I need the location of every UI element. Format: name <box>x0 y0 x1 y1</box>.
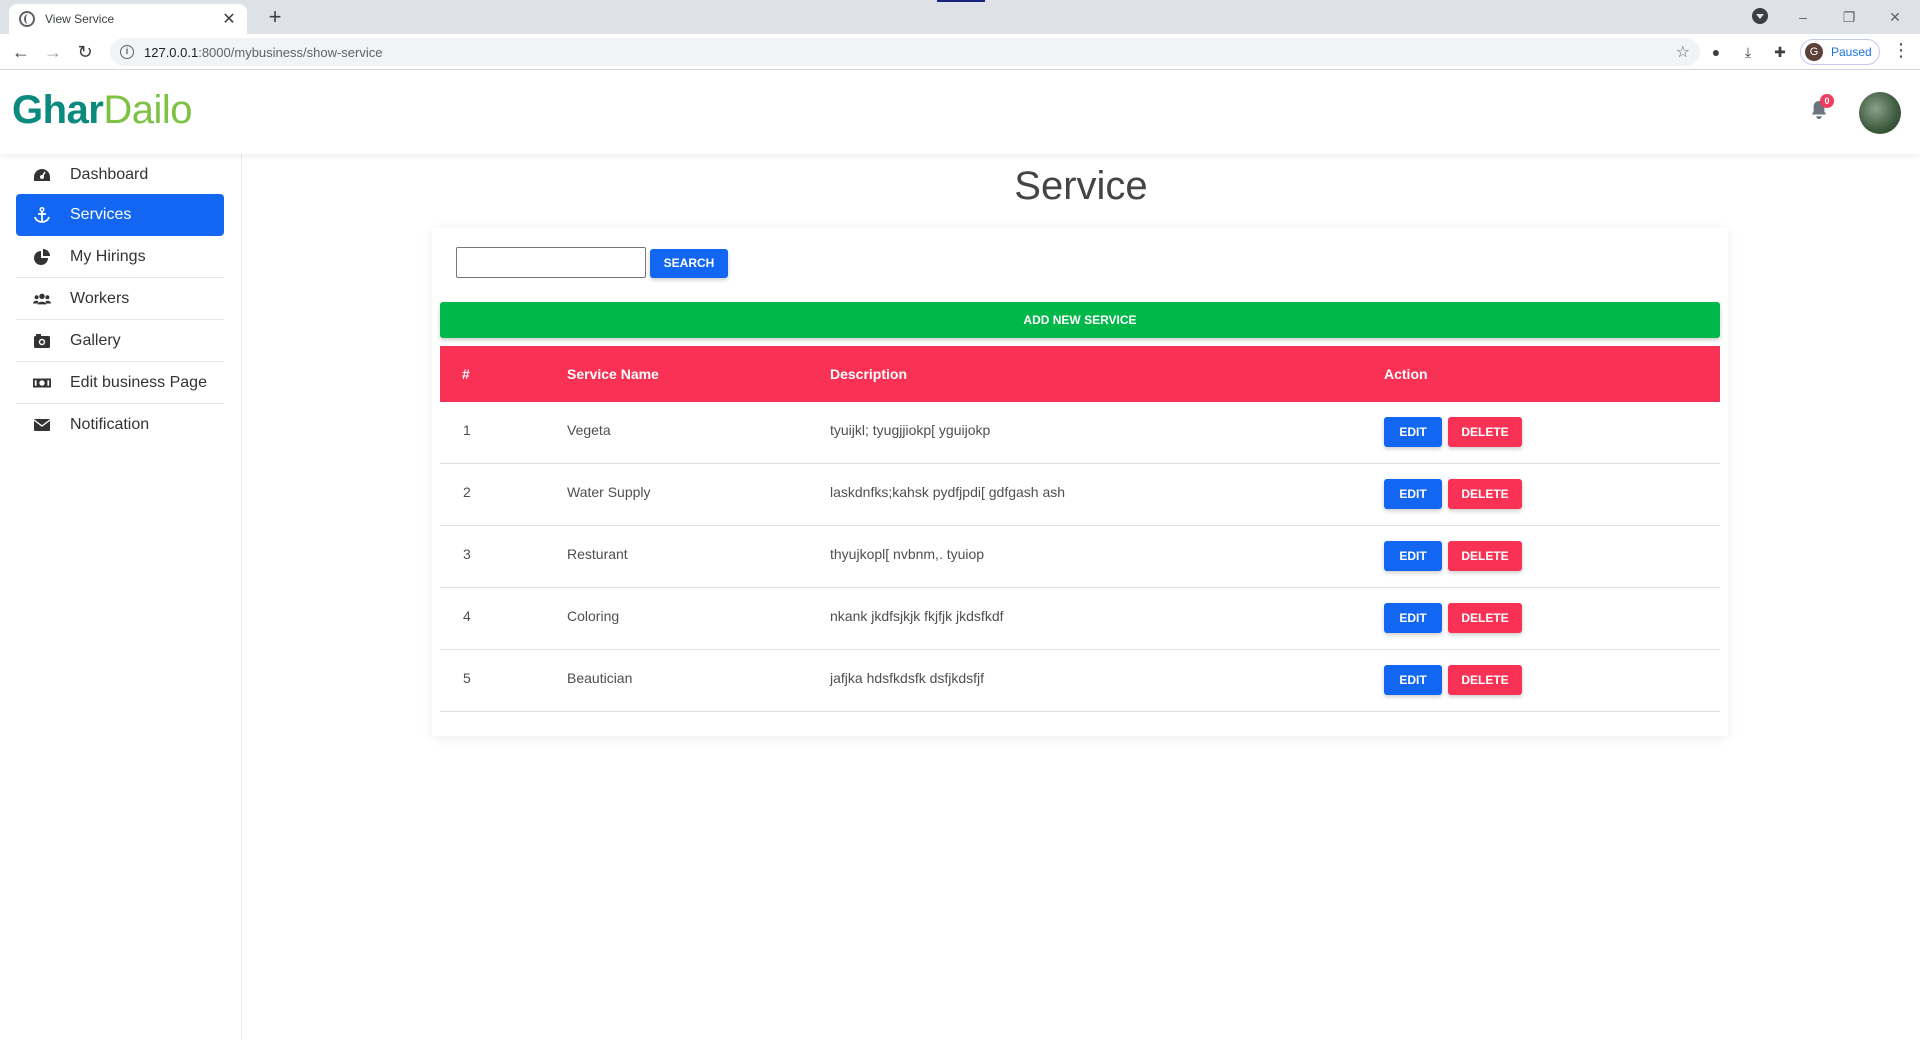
delete-button[interactable]: DELETE <box>1448 417 1522 447</box>
edit-button[interactable]: EDIT <box>1384 603 1442 633</box>
sidebar-item-gallery[interactable]: Gallery <box>16 320 224 362</box>
edit-button[interactable]: EDIT <box>1384 417 1442 447</box>
anchor-icon <box>32 207 52 223</box>
page-title: Service <box>1014 164 1148 208</box>
logo-part-1: Ghar <box>12 88 104 132</box>
profile-button[interactable]: G Paused <box>1800 39 1880 65</box>
table-row: 4 Coloring nkank jkdfsjkjk fkjfjk jkdsfk… <box>440 588 1720 650</box>
table-row: 2 Water Supply laskdnfks;kahsk pydfjpdi[… <box>440 464 1720 526</box>
sidebar-item-services[interactable]: Services <box>16 194 224 236</box>
delete-button[interactable]: DELETE <box>1448 479 1522 509</box>
sidebar-item-label: Edit business Page <box>70 373 207 391</box>
profile-status: Paused <box>1831 45 1872 59</box>
extension-globe-icon[interactable]: ● <box>1706 42 1726 62</box>
service-name: Coloring <box>567 608 620 624</box>
edit-button[interactable]: EDIT <box>1384 665 1442 695</box>
tab-search-icon[interactable] <box>1752 8 1768 24</box>
table-row: 5 Beautician jafjka hdsfkdsfk dsfjkdsfjf… <box>440 650 1720 712</box>
back-icon[interactable]: ← <box>9 40 33 64</box>
table-row: 3 Resturant thyujkopl[ nvbnm,. tyuiop ED… <box>440 526 1720 588</box>
browser-menu-icon[interactable]: ⋮ <box>1892 40 1910 61</box>
reload-icon[interactable]: ↻ <box>73 40 97 64</box>
sidebar-item-label: Notification <box>70 416 150 433</box>
restore-button[interactable]: ❐ <box>1826 9 1872 26</box>
delete-button[interactable]: DELETE <box>1448 603 1522 633</box>
service-name: Beautician <box>567 670 633 686</box>
sidebar-item-label: My Hirings <box>70 247 146 265</box>
minimize-button[interactable]: – <box>1780 9 1826 25</box>
browser-tab[interactable]: View Service ✕ <box>9 4 247 34</box>
service-name: Water Supply <box>567 484 651 500</box>
service-name: Resturant <box>567 546 628 562</box>
notification-bell-icon[interactable]: 0 <box>1810 94 1834 124</box>
browser-tabstrip: View Service ✕ + – ❐ ✕ <box>0 0 1920 34</box>
search-input[interactable] <box>456 247 646 278</box>
url-text[interactable]: 127.0.0.1:8000/mybusiness/show-service <box>144 45 1676 60</box>
notification-badge: 0 <box>1820 94 1834 108</box>
sidebar-item-label: Services <box>70 206 132 223</box>
window-controls: – ❐ ✕ <box>1780 4 1918 30</box>
globe-icon <box>19 11 35 27</box>
profile-avatar-icon: G <box>1805 43 1823 61</box>
row-number: 2 <box>463 484 471 500</box>
sidebar-item-label: Workers <box>70 289 130 307</box>
url-path: :8000/mybusiness/show-service <box>198 44 383 60</box>
column-header-service-name: Service Name <box>567 366 659 382</box>
logo-part-2: Dailo <box>103 88 193 132</box>
sidebar-item-workers[interactable]: Workers <box>16 278 224 320</box>
edit-button[interactable]: EDIT <box>1384 541 1442 571</box>
money-bill-icon <box>32 375 52 391</box>
service-description: jafjka hdsfkdsfk dsfjkdsfjf <box>830 670 985 686</box>
column-header-description: Description <box>830 366 908 382</box>
camera-icon <box>32 333 52 349</box>
service-description: tyuijkl; tyugjjiokp[ yguijokp <box>830 422 991 438</box>
row-number: 3 <box>463 546 471 562</box>
close-window-button[interactable]: ✕ <box>1872 9 1918 26</box>
sidebar-item-label: Gallery <box>70 331 121 349</box>
pie-chart-icon <box>32 248 52 265</box>
sidebar-item-label: Dashboard <box>70 165 149 183</box>
column-header-action: Action <box>1384 366 1428 382</box>
app-header: GharDailo 0 <box>0 70 1920 154</box>
edit-button[interactable]: EDIT <box>1384 479 1442 509</box>
sidebar-item-dashboard[interactable]: Dashboard <box>16 154 224 196</box>
service-description: thyujkopl[ nvbnm,. tyuiop <box>830 546 985 562</box>
url-host: 127.0.0.1 <box>144 44 199 60</box>
logo[interactable]: GharDailo <box>12 88 193 133</box>
forward-icon[interactable]: → <box>41 40 65 64</box>
extensions-puzzle-icon[interactable]: ✚ <box>1770 42 1790 62</box>
address-bar[interactable]: i 127.0.0.1:8000/mybusiness/show-service… <box>110 38 1700 66</box>
tabstrip-indicator <box>937 0 985 2</box>
sidebar: Dashboard Services My Hirings Workers Ga… <box>0 154 242 1040</box>
envelope-icon <box>32 417 52 433</box>
table-header: # Service Name Description Action <box>440 346 1720 402</box>
table-row: 1 Vegeta tyuijkl; tyugjjiokp[ yguijokp E… <box>440 402 1720 464</box>
tab-close-button[interactable]: ✕ <box>221 9 237 29</box>
new-tab-button[interactable]: + <box>262 4 288 30</box>
sidebar-item-my-hirings[interactable]: My Hirings <box>16 236 224 278</box>
delete-button[interactable]: DELETE <box>1448 541 1522 571</box>
service-name: Vegeta <box>567 422 611 438</box>
column-header-number: # <box>462 366 470 382</box>
search-button[interactable]: SEARCH <box>650 249 728 278</box>
download-icon[interactable]: ⤓ <box>1738 42 1758 62</box>
service-description: nkank jkdfsjkjk fkjfjk jkdsfkdf <box>830 608 1004 624</box>
users-icon <box>32 291 52 307</box>
bookmark-star-icon[interactable]: ☆ <box>1676 42 1690 62</box>
row-number: 4 <box>463 608 471 624</box>
browser-toolbar: ← → ↻ i 127.0.0.1:8000/mybusiness/show-s… <box>0 34 1920 70</box>
row-number: 1 <box>463 422 471 438</box>
site-info-icon[interactable]: i <box>120 45 134 59</box>
sidebar-item-edit-business-page[interactable]: Edit business Page <box>16 362 224 404</box>
user-avatar[interactable] <box>1859 92 1901 134</box>
row-number: 5 <box>463 670 471 686</box>
service-description: laskdnfks;kahsk pydfjpdi[ gdfgash ash <box>830 484 1066 500</box>
add-new-service-button[interactable]: ADD NEW SERVICE <box>440 302 1720 338</box>
tab-title: View Service <box>45 12 115 26</box>
dashboard-icon <box>32 167 52 183</box>
delete-button[interactable]: DELETE <box>1448 665 1522 695</box>
sidebar-item-notification[interactable]: Notification <box>16 404 224 446</box>
